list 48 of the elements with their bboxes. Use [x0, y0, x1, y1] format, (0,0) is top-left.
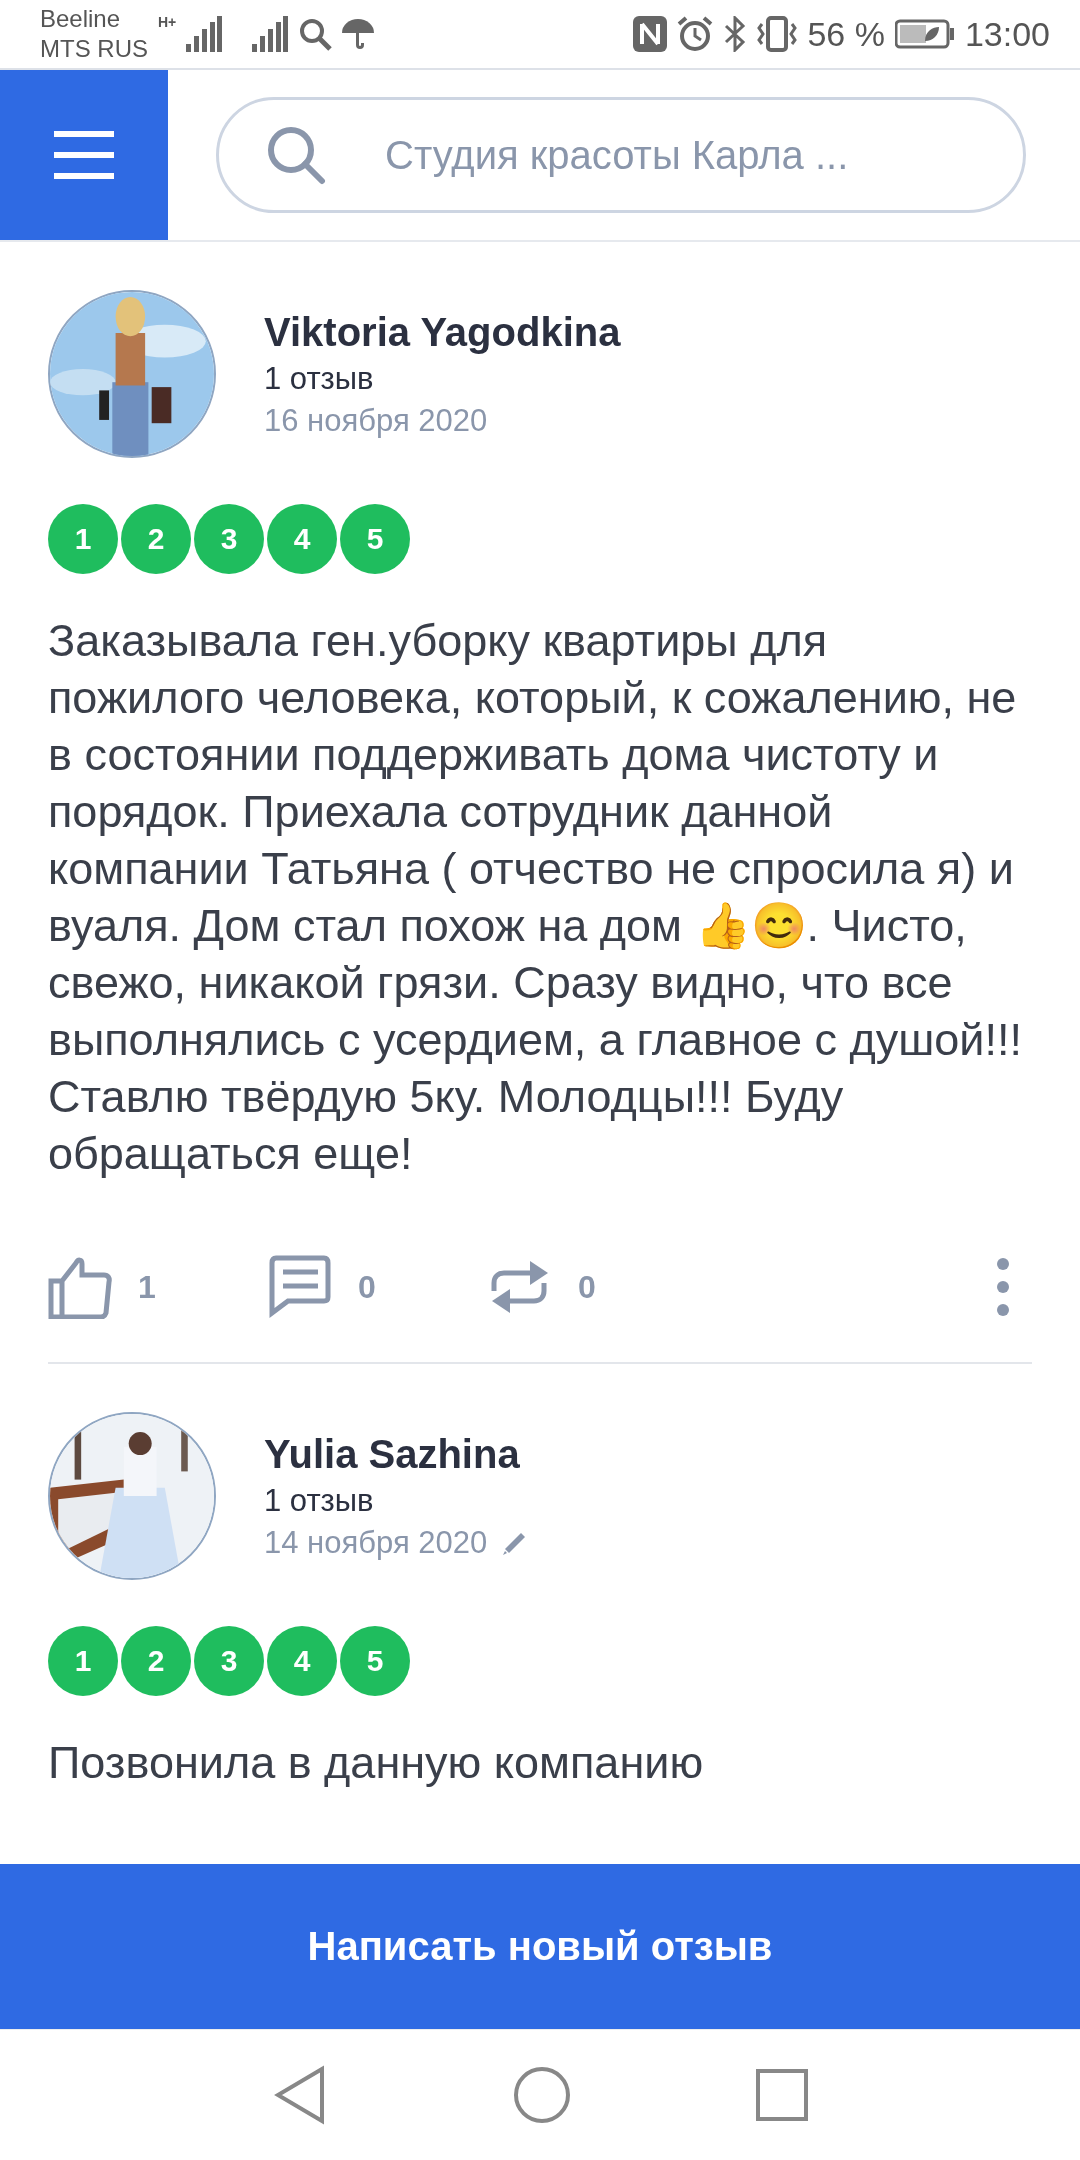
rating-circle[interactable]: 4 [267, 504, 337, 574]
review-count: 1 отзыв [264, 1482, 375, 1519]
write-review-button[interactable]: Написать новый отзыв [0, 1864, 1080, 2029]
rating-circle[interactable]: 2 [121, 1626, 191, 1696]
comment-icon [268, 1255, 332, 1319]
review-text: Заказывала ген.уборку квартиры для пожилого человека, который, к сожалению, не в состоянии поддерживать дома чистоту и порядок. Приехала сотрудник данной компании Татьяна ( отчество не спросила я) и вуаля. Дом стал похож на дом 👍😊. Чисто, свежо, никакой грязи. Сразу видно, что все выполнялись с усердием, а главное с душой!!! Ставлю твёрдую 5ку. Молодцы!!! Буду обращаться еще! [48, 614, 1023, 1181]
network-type: H+ [158, 14, 177, 30]
author-name[interactable]: Viktoria Yagodkina [264, 309, 621, 355]
search-icon [298, 17, 333, 51]
thumbs-up-icon [48, 1255, 112, 1319]
like-button[interactable]: 1 [48, 1255, 268, 1319]
carrier-name: Beeline [40, 4, 122, 34]
rating-circle[interactable]: 2 [121, 504, 191, 574]
rating-circle[interactable]: 1 [48, 504, 118, 574]
home-button[interactable] [512, 2065, 572, 2125]
rating-circle[interactable]: 4 [267, 1626, 337, 1696]
bluetooth-icon [723, 16, 748, 52]
home-icon [512, 2065, 572, 2125]
menu-icon [54, 131, 114, 179]
clock: 13:00 [964, 14, 1050, 54]
review-count: 1 отзыв [264, 360, 375, 397]
search-field[interactable]: Студия красоты Карла ... [216, 97, 1026, 213]
rating-circle[interactable]: 3 [194, 1626, 264, 1696]
review-date: 14 ноября 2020 [264, 1524, 488, 1561]
rating-circle[interactable]: 5 [340, 1626, 410, 1696]
review-date: 16 ноября 2020 [264, 402, 488, 439]
rating-circle[interactable]: 3 [194, 504, 264, 574]
more-button[interactable] [996, 1257, 1010, 1317]
vibrate-icon [757, 16, 798, 52]
rating-circle[interactable]: 5 [340, 504, 410, 574]
rating-circle[interactable]: 1 [48, 1626, 118, 1696]
nfc-icon [633, 16, 668, 52]
repost-button[interactable]: 0 [488, 1255, 708, 1319]
search-icon [266, 125, 326, 185]
alarm-icon [677, 16, 714, 52]
signal-icon [186, 16, 223, 52]
menu-button[interactable] [0, 70, 168, 240]
review-text: Позвонила в данную компанию [48, 1736, 705, 1790]
umbrella-icon [342, 17, 375, 51]
more-icon [996, 1257, 1010, 1317]
battery-percent: 56 % [807, 14, 885, 54]
carrier-name: MTS RUS [40, 34, 148, 64]
signal-icon [252, 16, 289, 52]
comment-button[interactable]: 0 [268, 1255, 488, 1319]
author-name[interactable]: Yulia Sazhina [264, 1431, 530, 1477]
battery-icon [894, 19, 955, 49]
recents-button[interactable] [756, 2069, 808, 2121]
recents-icon [756, 2069, 808, 2121]
